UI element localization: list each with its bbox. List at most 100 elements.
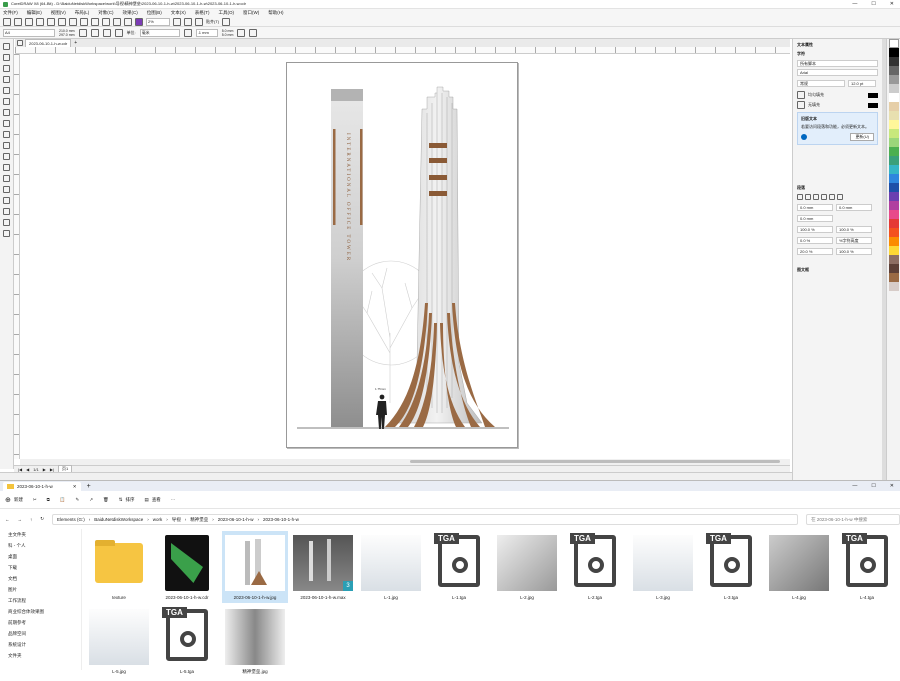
align-left-icon[interactable] <box>805 194 811 200</box>
font-dropdown[interactable]: Arial <box>797 69 878 76</box>
breadcrumb-1[interactable]: BaiduNetdiskWorkspace <box>94 515 143 524</box>
update-text-button[interactable]: 更新(U) <box>850 133 874 141</box>
nav-item-workflow[interactable]: 工作流程 <box>0 595 81 606</box>
cut-icon[interactable] <box>47 17 55 26</box>
portrait-icon[interactable] <box>78 28 87 37</box>
rulers-icon[interactable] <box>184 17 192 26</box>
file-tile-tga[interactable]: TGA L-4.tga <box>834 533 900 607</box>
smart-fill-icon[interactable] <box>3 219 10 226</box>
eyedropper-icon[interactable] <box>3 197 10 204</box>
close-icon[interactable]: ✕ <box>890 483 894 489</box>
close-tab-icon[interactable]: ✕ <box>73 482 77 492</box>
nav-item-commercial[interactable]: 商业综合体效果图 <box>0 606 81 617</box>
snap-to-dropdown[interactable]: 贴齐(T) <box>206 19 219 25</box>
menu-help[interactable]: 帮助(H) <box>268 10 283 16</box>
right-indent-field[interactable]: 0.0 mm <box>797 215 833 222</box>
breadcrumb-6[interactable]: 2023-06-10-1-h-w <box>263 515 299 524</box>
copy-icon[interactable] <box>58 17 66 26</box>
swatch[interactable] <box>889 66 899 75</box>
menu-layout[interactable]: 布局(L) <box>75 10 90 16</box>
forward-icon[interactable]: → <box>18 517 23 522</box>
swatch[interactable] <box>889 156 899 165</box>
nav-item-downloads[interactable]: 下载 <box>0 562 81 573</box>
breadcrumb-2[interactable]: work <box>153 515 163 524</box>
landscape-icon[interactable] <box>90 28 99 37</box>
fill-swatch[interactable] <box>868 92 878 98</box>
refresh-icon[interactable]: ↻ <box>40 516 44 522</box>
options-icon[interactable] <box>249 28 258 37</box>
close-icon[interactable]: ✕ <box>890 1 894 7</box>
background-fill-label[interactable]: 无填充 <box>808 102 820 108</box>
last-page-icon[interactable]: ▶| <box>50 467 54 472</box>
welcome-tab-icon[interactable] <box>17 40 23 46</box>
save-icon[interactable] <box>25 17 33 26</box>
align-right-icon[interactable] <box>821 194 827 200</box>
drop-shadow-icon[interactable] <box>3 175 10 182</box>
file-tile-max[interactable]: 3 2023-06-10-1-h-w.max <box>290 535 356 607</box>
undo-icon[interactable] <box>80 17 88 26</box>
swatch[interactable] <box>889 192 899 201</box>
new-tab-icon[interactable]: + <box>87 483 91 490</box>
text-fill-label[interactable]: 均匀填充 <box>808 92 824 98</box>
fullscreen-icon[interactable] <box>173 17 181 26</box>
before-paragraph-field[interactable]: 100.0 % <box>797 226 833 233</box>
crop-tool-icon[interactable] <box>3 65 10 72</box>
align-justify-icon[interactable] <box>829 194 835 200</box>
menu-window[interactable]: 窗口(W) <box>243 10 259 16</box>
cut-icon[interactable]: ✂ <box>33 497 37 503</box>
swatch[interactable] <box>889 111 899 120</box>
zoom-tool-icon[interactable] <box>3 76 10 83</box>
back-icon[interactable]: ← <box>5 517 10 522</box>
file-tile-jpg[interactable]: L-1.jpg <box>358 535 424 607</box>
settings-icon[interactable] <box>222 17 231 26</box>
add-tool-icon[interactable] <box>3 230 10 237</box>
explorer-tab[interactable]: 2023-06-10-1-h-w ✕ <box>3 481 81 492</box>
menu-bitmaps[interactable]: 位图(B) <box>147 10 162 16</box>
swatch[interactable] <box>889 237 899 246</box>
connector-tool-icon[interactable] <box>3 164 10 171</box>
file-tile-jpg[interactable]: L-4.jpg <box>766 535 832 607</box>
shape-tool-icon[interactable] <box>3 54 10 61</box>
swatch[interactable] <box>889 165 899 174</box>
menu-text[interactable]: 文本(X) <box>171 10 186 16</box>
document-tab[interactable]: 2023-06-10-1-h-w.cdr <box>25 39 72 47</box>
share-icon[interactable]: ↗ <box>89 497 93 503</box>
nav-item-system[interactable]: 系统设计 <box>0 639 81 650</box>
swatch[interactable] <box>889 174 899 183</box>
units-lock-icon[interactable] <box>237 28 246 37</box>
line-spacing-field[interactable]: 100.0 % <box>836 226 872 233</box>
nav-item-folder[interactable]: 文件夹 <box>0 650 81 661</box>
pick-tool-icon[interactable] <box>3 43 10 50</box>
page-height-field[interactable]: 297.0 mm <box>59 33 75 37</box>
file-tile-folder[interactable]: texture <box>86 535 152 607</box>
font-size-field[interactable]: 12.0 pt <box>848 80 876 87</box>
swatch[interactable] <box>889 129 899 138</box>
swatch[interactable] <box>889 84 899 93</box>
swatch[interactable] <box>889 57 899 66</box>
swatch[interactable] <box>889 48 899 57</box>
swatch[interactable] <box>889 138 899 147</box>
paste-icon[interactable] <box>69 17 77 26</box>
align-force-icon[interactable] <box>837 194 843 200</box>
transparency-icon[interactable] <box>3 186 10 193</box>
maximize-icon[interactable]: ☐ <box>871 483 875 489</box>
view-button[interactable]: ▤ 查看 <box>145 497 161 503</box>
file-tile-jpg[interactable]: L-2.jpg <box>494 535 560 607</box>
freehand-tool-icon[interactable] <box>3 87 10 94</box>
new-button[interactable]: ⊕ 新建 <box>5 496 23 504</box>
breadcrumb-4[interactable]: 精神堡垒 <box>190 515 208 524</box>
swatch[interactable] <box>889 246 899 255</box>
more-options-icon[interactable]: ··· <box>171 497 176 502</box>
maximize-icon[interactable]: ☐ <box>871 1 875 7</box>
character-spacing-field[interactable]: 20.0 % <box>797 248 833 255</box>
rename-icon[interactable]: ✎ <box>75 497 79 503</box>
nav-item-reference[interactable]: 前期参考 <box>0 617 81 628</box>
menu-effects[interactable]: 效果(C) <box>123 10 138 16</box>
swatch[interactable] <box>889 282 899 291</box>
swatch[interactable] <box>889 273 899 282</box>
swatch[interactable] <box>889 102 899 111</box>
nav-item-documents[interactable]: 文档 <box>0 573 81 584</box>
file-tile-tga[interactable]: TGA L-2.tga <box>562 533 628 607</box>
character-section-header[interactable]: 字符 <box>797 51 878 57</box>
script-dropdown[interactable]: 所有脚本 <box>797 60 878 67</box>
